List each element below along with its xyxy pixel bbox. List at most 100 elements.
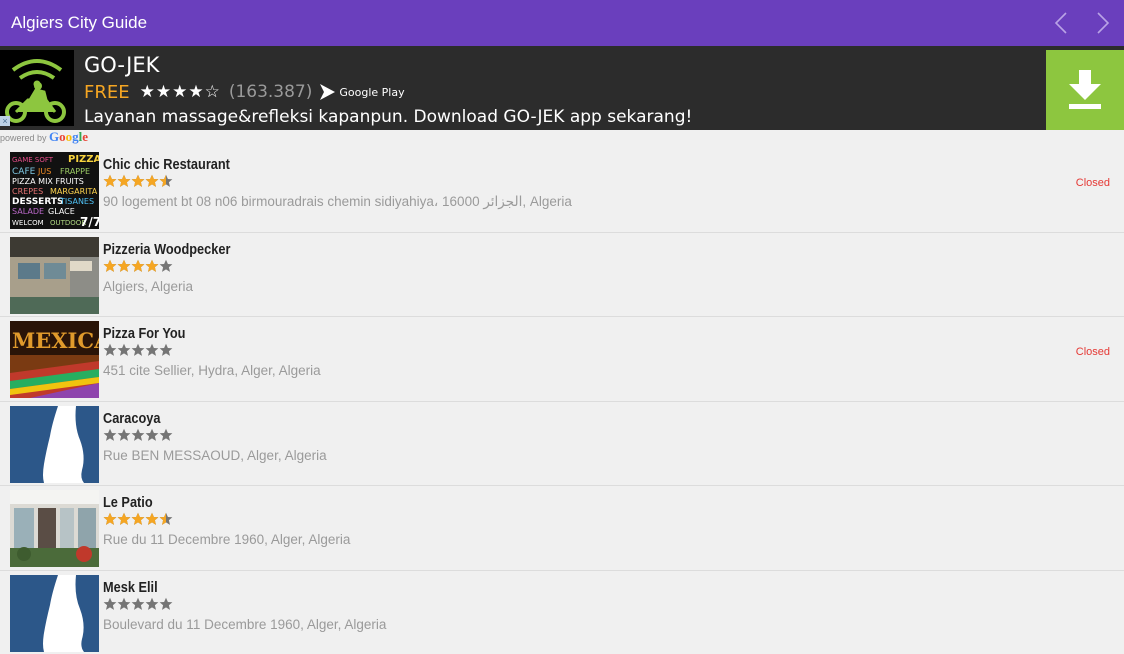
star-icon (131, 513, 145, 526)
gojek-logo-icon (0, 50, 74, 126)
star-icon (103, 597, 117, 610)
star-icon (145, 428, 159, 441)
svg-text:SALADE: SALADE (12, 207, 44, 216)
place-name: Caracoya (103, 410, 161, 427)
ad-banner[interactable]: × GO-JEK FREE ★★★★☆ (163.387) Google Pla… (0, 46, 1124, 130)
previous-button[interactable] (1048, 9, 1074, 37)
star-icon (117, 343, 131, 357)
place-rating (103, 343, 173, 357)
star-icon (145, 597, 159, 610)
download-button[interactable] (1046, 50, 1124, 130)
star-icon (159, 428, 173, 441)
place-row[interactable]: MEXICANPizza For You 451 cite Sellier, Hy… (0, 317, 1124, 402)
star-icon (159, 259, 173, 272)
ad-app-name: GO-JEK (84, 53, 160, 77)
google-play-label: Google Play (339, 85, 405, 99)
star-icon (159, 597, 173, 610)
powered-by-google: powered by Google (0, 130, 88, 144)
place-address: 451 cite Sellier, Hydra, Alger, Algeria (103, 363, 321, 379)
place-name: Pizzeria Woodpecker (103, 241, 231, 258)
place-name: Mesk Elil (103, 579, 158, 596)
place-name: Pizza For You (103, 326, 186, 343)
svg-text:PIZZA MIX FRUITS: PIZZA MIX FRUITS (12, 177, 84, 186)
star-icon (131, 597, 145, 610)
place-thumbnail (10, 490, 99, 568)
svg-text:CREPES: CREPES (12, 187, 43, 196)
place-rating (103, 428, 173, 442)
star-icon (117, 513, 131, 526)
place-status: Closed (1075, 346, 1110, 359)
place-thumbnail: MEXICAN (10, 321, 99, 399)
star-icon (131, 428, 145, 441)
place-row[interactable]: Mesk Elil Boulevard du 11 Decembre 1960, … (0, 571, 1124, 654)
place-name: Le Patio (103, 495, 153, 512)
svg-text:PIZZA: PIZZA (68, 154, 99, 165)
star-icon (145, 513, 159, 526)
star-icon (103, 343, 117, 357)
place-rating (103, 512, 173, 526)
ad-close-button[interactable]: × (0, 116, 10, 126)
app-bar: Algiers City Guide (0, 0, 1124, 46)
svg-text:DESSERTS: DESSERTS (12, 197, 63, 207)
star-icon (131, 343, 145, 357)
place-thumbnail (10, 236, 99, 314)
star-icon (159, 343, 173, 357)
star-icon (117, 597, 131, 610)
ad-meta-row: FREE ★★★★☆ (163.387) Google Play (84, 81, 405, 103)
place-rating (103, 597, 173, 611)
star-icon (117, 174, 131, 187)
place-row[interactable]: Pizzeria Woodpecker Algiers, Algeria (0, 233, 1124, 318)
download-icon (1069, 70, 1101, 109)
star-icon (103, 174, 117, 187)
place-address: Algiers, Algeria (103, 278, 194, 294)
place-name: Chic chic Restaurant (103, 157, 230, 173)
chevron-left-icon (1054, 12, 1067, 34)
place-rating (103, 259, 173, 273)
svg-text:FRAPPE: FRAPPE (60, 167, 90, 176)
ad-rating-count: (163.387) (228, 82, 313, 102)
place-rating (103, 174, 173, 188)
place-thumbnail: GAME SOFT PIZZA CAFE JUS FRAPPE PIZZA MIX FRU… (10, 152, 99, 229)
svg-text:CAFE: CAFE (12, 167, 36, 177)
star-icon (103, 259, 117, 272)
place-row[interactable]: GAME SOFT PIZZA CAFE JUS FRAPPE PIZZA MIX FRU… (0, 148, 1124, 233)
place-address: Rue du 11 Decembre 1960, Alger, Algeria (103, 532, 351, 548)
star-icon (159, 174, 173, 187)
ad-description: Layanan massage&refleksi kapanpun. Downl… (84, 107, 693, 127)
place-row[interactable]: Caracoya Rue BEN MESSAOUD, Alger, Algeria (0, 402, 1124, 487)
ad-price: FREE (84, 81, 130, 103)
svg-text:WELCOM: WELCOM (12, 219, 44, 227)
next-button[interactable] (1090, 9, 1116, 37)
place-thumbnail (10, 574, 99, 652)
svg-text:GAME SOFT: GAME SOFT (12, 156, 54, 164)
svg-text:TISANES: TISANES (59, 197, 94, 206)
google-play-badge: Google Play (318, 83, 405, 101)
star-icon (145, 343, 159, 357)
place-address: 90 logement bt 08 n06 birmouradrais chem… (103, 194, 572, 209)
star-icon (131, 174, 145, 187)
star-icon (145, 259, 159, 272)
svg-text:7/7: 7/7 (80, 215, 99, 229)
place-address: Rue BEN MESSAOUD, Alger, Algeria (103, 447, 327, 463)
powered-by-label: powered by (0, 133, 47, 143)
star-icon (103, 513, 117, 526)
svg-text:GLACE: GLACE (48, 207, 75, 216)
google-logo-text: Google (49, 129, 89, 144)
star-icon (103, 428, 117, 441)
svg-text:MEXICAN: MEXICAN (12, 328, 99, 353)
star-icon (131, 259, 145, 272)
svg-text:MARGARITA: MARGARITA (50, 187, 98, 196)
svg-text:JUS: JUS (37, 167, 51, 176)
chevron-right-icon (1097, 12, 1110, 34)
ad-rating-stars: ★★★★☆ (139, 82, 221, 102)
places-list: GAME SOFT PIZZA CAFE JUS FRAPPE PIZZA MIX FRU… (0, 148, 1124, 654)
app-title: Algiers City Guide (11, 13, 148, 32)
place-status: Closed (1075, 177, 1110, 189)
play-store-icon (320, 84, 336, 100)
star-icon (117, 259, 131, 272)
star-icon (145, 174, 159, 187)
star-icon (117, 428, 131, 441)
star-icon (159, 513, 173, 526)
place-row[interactable]: Le Patio Rue du 11 Decembre 1960, Alger, … (0, 486, 1124, 571)
place-address: Boulevard du 11 Decembre 1960, Alger, Al… (103, 616, 387, 632)
